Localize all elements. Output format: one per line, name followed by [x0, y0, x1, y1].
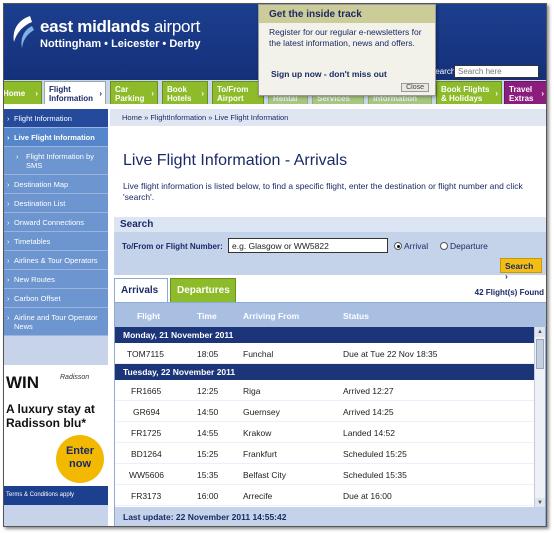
tab-book-flights-holidays[interactable]: Book Flights & Holidays ›: [436, 81, 502, 104]
table-row[interactable]: FR1665 12:25 Riga Arrived 12:27: [115, 380, 536, 401]
chevron-right-icon: ›: [7, 133, 10, 142]
newsletter-popup: Get the inside track Register for our re…: [258, 4, 436, 96]
ad-brand-logo: Radisson: [60, 374, 90, 381]
ad-headline: A luxury stay at Radisson blu*: [6, 402, 95, 430]
tab-arrivals[interactable]: Arrivals: [114, 278, 168, 302]
chevron-right-icon: ›: [7, 294, 10, 303]
chevron-right-icon: ›: [7, 218, 10, 227]
breadcrumb[interactable]: Home » FlightInformation » Live Flight I…: [110, 109, 546, 126]
logo-tagline: Nottingham • Leicester • Derby: [40, 38, 201, 50]
radio-arrival[interactable]: Arrival: [394, 241, 428, 251]
chevron-right-icon: ›: [7, 199, 10, 208]
tab-flight-information[interactable]: Flight Information ›: [44, 81, 106, 104]
sidebar-item-destination-map[interactable]: › Destination Map: [4, 175, 108, 194]
search-heading: Search: [114, 217, 546, 232]
ad-terms: Terms & Conditions apply: [4, 486, 108, 505]
date-row: Tuesday, 22 November 2011: [115, 364, 536, 380]
popup-body: Register for our regular e-newsletters f…: [269, 27, 422, 48]
sidebar-item-flight-information[interactable]: › Flight Information: [4, 109, 108, 128]
col-flight: Flight: [137, 311, 161, 321]
signup-link[interactable]: Sign up now - don't miss out: [271, 69, 387, 79]
flights-table: Flight Time Arriving From Status Monday,…: [114, 302, 546, 526]
popup-close-button[interactable]: Close: [401, 83, 429, 92]
tab-car-parking[interactable]: Car Parking ›: [110, 81, 158, 104]
search-button[interactable]: Search ›: [500, 258, 542, 281]
tab-home[interactable]: Home ›: [4, 81, 42, 104]
last-update: Last update: 22 November 2011 14:55:42: [115, 507, 545, 526]
main-content: Home » FlightInformation » Live Flight I…: [110, 109, 546, 526]
sidebar-item-new-routes[interactable]: › New Routes: [4, 270, 108, 289]
arrivals-departures-tabs: Arrivals Departures 42 Flight(s) Found: [114, 277, 546, 303]
radisson-ad[interactable]: WIN Radisson A luxury stay at Radisson b…: [4, 365, 108, 505]
table-row[interactable]: TOM7115 18:05 Funchal Due at Tue 22 Nov …: [115, 343, 536, 364]
chevron-right-icon: ›: [7, 180, 10, 189]
sidebar-item-carbon-offset[interactable]: › Carbon Offset: [4, 289, 108, 308]
intro-text: Live flight information is listed below,…: [123, 181, 523, 202]
table-header: Flight Time Arriving From Status: [115, 303, 546, 327]
ad-win-text: WIN: [6, 373, 40, 392]
col-status: Status: [343, 311, 369, 321]
sidebar-item-timetables[interactable]: › Timetables: [4, 232, 108, 251]
tab-departures[interactable]: Departures: [170, 278, 236, 302]
scroll-thumb[interactable]: [536, 339, 544, 369]
logo-wordmark[interactable]: east midlands airport: [40, 17, 200, 37]
table-row[interactable]: GR694 14:50 Guernsey Arrived 14:25: [115, 401, 536, 422]
radio-selected-icon: [394, 242, 402, 250]
flight-count: 42 Flight(s) Found: [474, 288, 544, 297]
chevron-right-icon: ›: [7, 313, 10, 322]
table-row[interactable]: FR1725 14:55 Krakow Landed 14:52: [115, 422, 536, 443]
ad-enter-now-button[interactable]: Enter now: [56, 435, 104, 483]
table-row[interactable]: WW5606 15:35 Belfast City Scheduled 15:3…: [115, 464, 536, 485]
sidebar-item-destination-list[interactable]: › Destination List: [4, 194, 108, 213]
search-panel: Search To/From or Flight Number: Arrival…: [114, 217, 546, 281]
chevron-right-icon: ›: [7, 114, 10, 123]
page-title: Live Flight Information - Arrivals: [123, 152, 348, 169]
scroll-up-icon[interactable]: ▲: [535, 327, 545, 337]
col-arriving-from: Arriving From: [243, 311, 300, 321]
chevron-right-icon: ›: [16, 152, 19, 161]
table-scrollbar[interactable]: ▲ ▼: [534, 327, 545, 508]
tab-travel-extras[interactable]: Travel Extras ›: [504, 81, 546, 104]
tab-to-from-airport[interactable]: To/From Airport›: [212, 81, 264, 104]
sidebar-item-airlines-tour-operators[interactable]: › Airlines & Tour Operators: [4, 251, 108, 270]
flight-search-input[interactable]: [228, 238, 388, 253]
chevron-right-icon: ›: [7, 275, 10, 284]
airport-logo-icon: [13, 16, 34, 48]
search-field-label: To/From or Flight Number:: [122, 242, 223, 251]
table-row[interactable]: FR3173 16:00 Arrecife Due at 16:00: [115, 485, 536, 506]
sidebar-item-flight-info-sms[interactable]: › Flight Information by SMS: [4, 147, 108, 175]
table-body: Monday, 21 November 2011 TOM7115 18:05 F…: [115, 327, 536, 508]
chevron-right-icon: ›: [7, 256, 10, 265]
sidebar-item-onward-connections[interactable]: › Onward Connections: [4, 213, 108, 232]
table-row[interactable]: BD1264 15:25 Frankfurt Scheduled 15:25: [115, 443, 536, 464]
radio-departure[interactable]: Departure: [440, 241, 488, 251]
date-row: Monday, 21 November 2011: [115, 327, 536, 343]
popup-title: Get the inside track: [259, 5, 435, 23]
browser-frame: east midlands airport Nottingham • Leice…: [3, 3, 547, 527]
chevron-right-icon: ›: [7, 237, 10, 246]
tab-book-hotels[interactable]: Book Hotels ›: [162, 81, 208, 104]
sidebar-item-operator-news[interactable]: › Airline and Tour Operator News: [4, 308, 108, 336]
col-time: Time: [197, 311, 217, 321]
radio-unselected-icon: [440, 242, 448, 250]
site-search-input[interactable]: [454, 65, 539, 78]
sidebar-item-live-flight-information[interactable]: › Live Flight Information: [4, 128, 108, 147]
